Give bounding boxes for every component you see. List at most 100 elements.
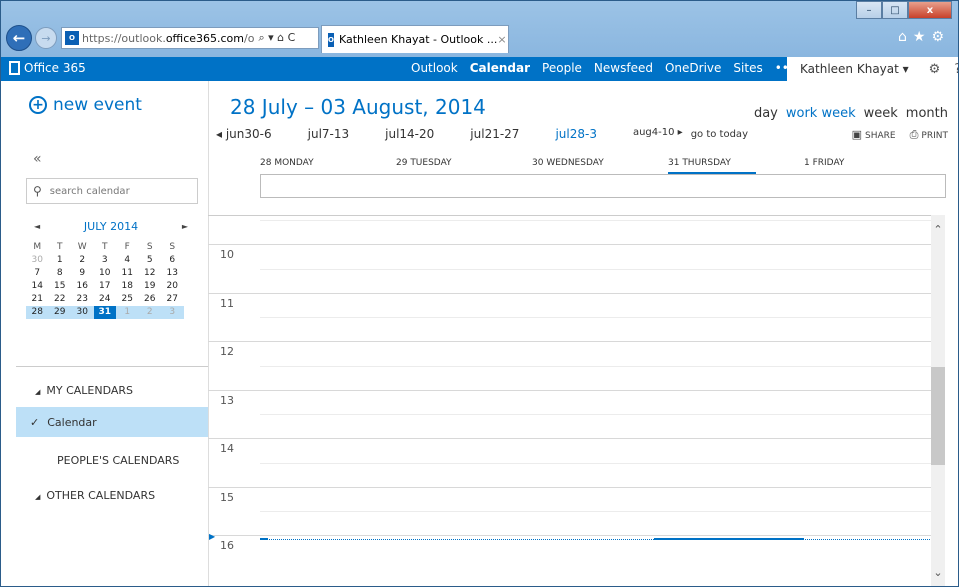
next-month-icon[interactable]: ► <box>182 222 188 231</box>
all-day-row[interactable] <box>260 174 946 198</box>
mini-calendar-day[interactable]: 8 <box>49 267 72 280</box>
nav-item[interactable]: Newsfeed <box>594 61 653 75</box>
mini-calendar-day[interactable]: 5 <box>139 254 162 267</box>
mini-calendar-day[interactable]: 19 <box>139 280 162 293</box>
hour-gridline <box>208 292 945 294</box>
day-headers: 28 MONDAY 29 TUESDAY 30 WEDNESDAY 31 THURSD… <box>260 158 940 174</box>
day-header[interactable]: 29 TUESDAY <box>396 158 532 174</box>
expand-triangle-icon: ◢ <box>35 388 41 396</box>
week-link[interactable]: jul21-27 <box>470 127 519 141</box>
mini-calendar-day[interactable]: 22 <box>49 293 72 306</box>
mini-calendar-day[interactable]: 6 <box>161 254 184 267</box>
help-icon[interactable]: ? <box>954 62 958 77</box>
hour-gridline <box>208 486 945 488</box>
go-to-today-link[interactable]: go to today <box>691 127 748 141</box>
share-button[interactable]: ▣ SHARE <box>852 128 896 142</box>
other-calendars-section[interactable]: ◢ OTHER CALENDARS <box>35 489 155 502</box>
nav-item[interactable]: People <box>542 61 582 75</box>
browser-tab[interactable]: O Kathleen Khayat - Outlook ... × <box>321 25 509 53</box>
tab-close-icon[interactable]: × <box>497 33 506 46</box>
mini-calendar-day[interactable]: 21 <box>26 293 49 306</box>
mini-calendar-day[interactable]: 12 <box>139 267 162 280</box>
view-option[interactable]: work week <box>786 106 856 121</box>
week-link[interactable]: aug4-10 ▸ <box>633 127 683 141</box>
week-link[interactable]: jul28-3 <box>555 127 597 141</box>
hour-label: 12 <box>220 345 234 358</box>
collapse-pane-icon[interactable]: « <box>33 151 42 167</box>
mini-calendar-day[interactable]: 15 <box>49 280 72 293</box>
nav-item[interactable]: OneDrive <box>665 61 721 75</box>
nav-item[interactable]: Sites <box>733 61 762 75</box>
user-menu[interactable]: Kathleen Khayat ▾ <box>800 62 909 76</box>
mini-calendar-day[interactable]: 4 <box>116 254 139 267</box>
mini-calendar-day[interactable]: 1 <box>116 306 139 319</box>
mini-calendar-day[interactable]: 14 <box>26 280 49 293</box>
mini-calendar-day[interactable]: 27 <box>161 293 184 306</box>
mini-calendar-day[interactable]: 23 <box>71 293 94 306</box>
printer-icon: ⎙ <box>909 128 919 141</box>
mini-calendar-day[interactable]: 2 <box>71 254 94 267</box>
ie-tools-icons[interactable]: ⌂★⚙ <box>898 29 950 45</box>
new-event-button[interactable]: + new event <box>29 95 142 115</box>
week-link[interactable]: ◂ jun30-6 <box>216 127 272 141</box>
mini-calendar-day[interactable]: 1 <box>49 254 72 267</box>
time-grid[interactable]: 10 11 12 13 14 15 16 ▶ <box>208 215 945 586</box>
my-calendars-section[interactable]: ◢ MY CALENDARS <box>35 384 133 397</box>
print-button[interactable]: ⎙ PRINT <box>910 128 948 142</box>
mini-calendar-day[interactable]: 10 <box>94 267 117 280</box>
nav-item[interactable]: Calendar <box>470 61 530 75</box>
day-of-week-label: M <box>33 242 42 252</box>
mini-calendar-day[interactable]: 28 <box>26 306 49 319</box>
mini-calendar-day[interactable]: 30 <box>71 306 94 319</box>
forward-button[interactable]: → <box>35 27 57 49</box>
mini-calendar-day[interactable]: 16 <box>71 280 94 293</box>
scroll-down-icon[interactable]: ⌄ <box>931 564 945 580</box>
week-link[interactable]: jul14-20 <box>385 127 434 141</box>
prev-month-icon[interactable]: ◄ <box>34 222 40 231</box>
mini-calendar-day[interactable]: 25 <box>116 293 139 306</box>
address-bar[interactable]: O https://outlook.office365.com/o ⌕ ▾ ⌂ … <box>61 27 319 49</box>
search-calendar-input[interactable]: ⚲ search calendar <box>26 178 198 204</box>
hour-gridline <box>208 535 945 536</box>
mini-calendar-day[interactable]: 13 <box>161 267 184 280</box>
mini-calendar-day[interactable]: 26 <box>139 293 162 306</box>
mini-calendar-day[interactable]: 29 <box>48 306 71 319</box>
view-option[interactable]: day <box>754 106 778 121</box>
back-button[interactable]: ← <box>6 25 32 51</box>
scroll-up-icon[interactable]: ⌃ <box>931 221 945 237</box>
view-option[interactable]: month <box>906 106 948 121</box>
mini-calendar-month[interactable]: JULY 2014 <box>84 220 138 233</box>
mini-calendar-day[interactable]: 31 <box>93 306 116 319</box>
hour-gridline <box>208 438 945 439</box>
day-header[interactable]: 31 THURSDAY <box>668 158 756 174</box>
calendar-item[interactable]: ✓ Calendar <box>16 407 208 437</box>
mini-calendar-day[interactable]: 9 <box>71 267 94 280</box>
close-window-button[interactable]: x <box>908 1 952 19</box>
nav-item[interactable]: Outlook <box>411 61 458 75</box>
current-time-line <box>260 539 944 540</box>
address-tools[interactable]: ⌕ ▾ ⌂ C <box>258 31 295 45</box>
mini-calendar-day[interactable]: 17 <box>94 280 117 293</box>
mini-calendar-day[interactable]: 30 <box>26 254 49 267</box>
mini-calendar-day[interactable]: 3 <box>94 254 117 267</box>
office365-logo[interactable]: Office 365 <box>9 61 86 75</box>
mini-calendar-day[interactable]: 20 <box>161 280 184 293</box>
scrollbar-thumb[interactable] <box>931 367 945 465</box>
day-header[interactable]: 28 MONDAY <box>260 158 396 174</box>
mini-calendar-day[interactable]: 3 <box>161 306 184 319</box>
minimize-button[interactable]: – <box>856 1 882 19</box>
vertical-scrollbar[interactable]: ⌃ ⌄ <box>931 215 945 586</box>
view-option[interactable]: week <box>864 106 898 121</box>
day-header[interactable]: 1 FRIDAY <box>804 158 940 174</box>
mini-calendar-day[interactable]: 2 <box>138 306 161 319</box>
settings-gear-icon[interactable]: ⚙ <box>929 62 941 77</box>
plus-circle-icon: + <box>29 96 47 114</box>
week-link[interactable]: jul7-13 <box>308 127 350 141</box>
mini-calendar-day[interactable]: 24 <box>94 293 117 306</box>
maximize-button[interactable]: □ <box>882 1 908 19</box>
mini-calendar-day[interactable]: 18 <box>116 280 139 293</box>
peoples-calendars-section[interactable]: PEOPLE'S CALENDARS <box>57 454 179 467</box>
day-header[interactable]: 30 WEDNESDAY <box>532 158 668 174</box>
mini-calendar-day[interactable]: 7 <box>26 267 49 280</box>
mini-calendar-day[interactable]: 11 <box>116 267 139 280</box>
